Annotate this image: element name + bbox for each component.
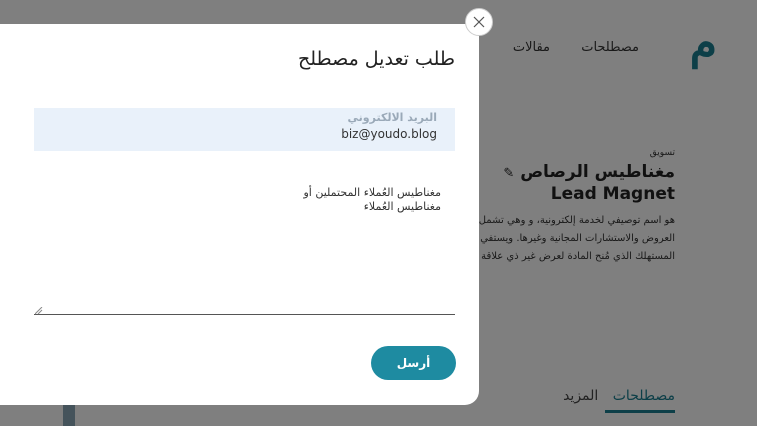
modal-title: طلب تعديل مصطلح	[297, 48, 455, 70]
email-label: البريد الالكتروني	[347, 111, 437, 124]
send-button[interactable]: أرسل	[371, 346, 456, 380]
resize-handle-icon[interactable]	[35, 307, 43, 315]
close-button[interactable]	[465, 8, 493, 36]
edit-term-modal: طلب تعديل مصطلح البريد الالكتروني biz@yo…	[0, 24, 479, 405]
email-value[interactable]: biz@youdo.blog	[341, 127, 437, 141]
close-icon	[473, 16, 485, 28]
email-field[interactable]: البريد الالكتروني biz@youdo.blog	[34, 108, 455, 151]
suggestion-textarea[interactable]	[34, 180, 455, 315]
